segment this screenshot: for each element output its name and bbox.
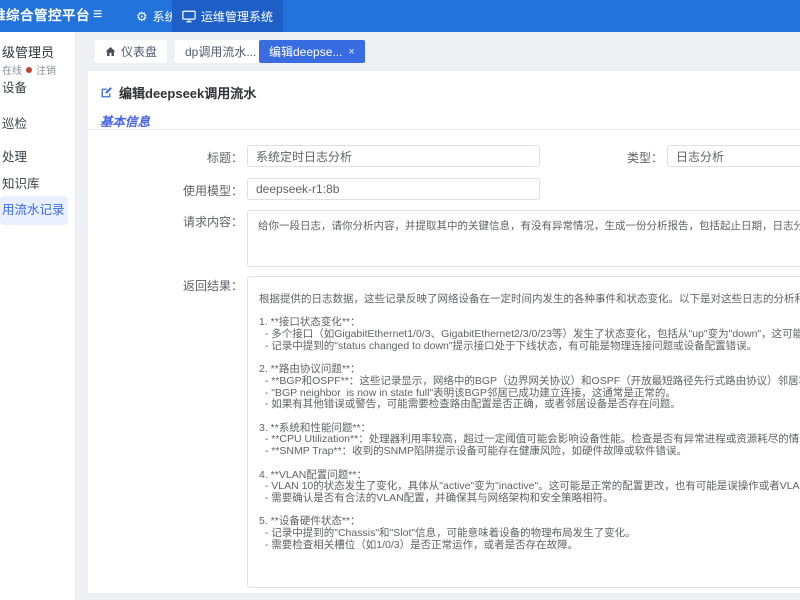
page-title-text: 编辑deepseek调用流水 [119, 83, 256, 102]
logout-link[interactable]: 注销 [36, 62, 56, 77]
result-textarea[interactable]: 根据提供的日志数据，这些记录反映了网络设备在一定时间内发生的各种事件和状态变化。… [247, 276, 800, 588]
tab-edit-deepseek[interactable]: 编辑deepse... × [259, 40, 365, 63]
section-divider [88, 129, 800, 130]
title-input[interactable] [247, 145, 540, 167]
online-status: 在线 注销 [2, 62, 56, 77]
top-navbar: 维综合管控平台 ≡ ⚙ 系统管理 运维管理系统 [0, 0, 800, 32]
section-title-basic-info: 基本信息 [100, 111, 150, 130]
gear-icon: ⚙ [136, 10, 148, 23]
nav-item-ops-system[interactable]: 运维管理系统 [172, 0, 283, 32]
close-icon[interactable]: × [348, 46, 354, 58]
request-textarea[interactable]: 给你一段日志，请你分析内容，并提取其中的关键信息，有没有异常情况，生成一份分析报… [247, 210, 800, 267]
edit-form-card: 编辑deepseek调用流水 基本信息 标题： 类型： 使用模型： 请求内容： … [88, 71, 800, 593]
model-input[interactable] [247, 178, 540, 200]
sidebar-item-handling[interactable]: 处理 [2, 146, 27, 165]
model-label: 使用模型： [123, 182, 243, 199]
app-title: 维综合管控平台 [0, 0, 90, 32]
type-input[interactable] [667, 145, 800, 167]
sidebar-item-knowledge-base[interactable]: 知识库 [2, 173, 40, 192]
page-title: 编辑deepseek调用流水 [100, 83, 256, 102]
logout-dot-icon [26, 67, 32, 73]
edit-icon [100, 86, 113, 99]
tab-label: 编辑deepse... [269, 43, 342, 60]
result-label: 返回结果： [123, 277, 243, 294]
online-label: 在线 [2, 62, 22, 77]
home-icon [105, 46, 116, 57]
tab-label: 仪表盘 [121, 43, 157, 60]
sidebar-item-call-records[interactable]: 用流水记录 [0, 196, 68, 225]
tab-dashboard[interactable]: 仪表盘 [95, 40, 167, 63]
sidebar-item-devices[interactable]: 设备 [2, 77, 27, 96]
sidebar: 级管理员 在线 注销 设备 巡检 处理 知识库 用流水记录 [0, 32, 76, 600]
nav-label: 运维管理系统 [201, 8, 273, 25]
type-label: 类型： [543, 149, 663, 166]
app-window: 维综合管控平台 ≡ ⚙ 系统管理 运维管理系统 级管理员 在线 注销 设备 巡检… [0, 0, 800, 600]
menu-toggle-icon[interactable]: ≡ [93, 0, 102, 30]
title-label: 标题： [123, 149, 243, 166]
request-label: 请求内容： [123, 213, 243, 230]
monitor-icon [182, 10, 196, 23]
tab-label: dp调用流水... [185, 43, 256, 60]
user-name: 级管理员 [2, 42, 54, 61]
sidebar-item-inspection[interactable]: 巡检 [2, 113, 27, 132]
